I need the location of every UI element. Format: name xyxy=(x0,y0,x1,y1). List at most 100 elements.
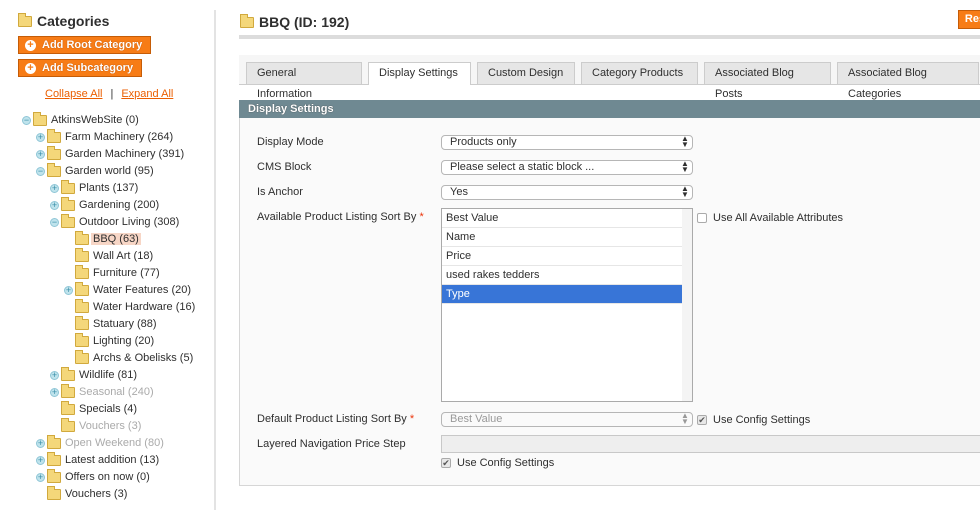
sort-option[interactable]: Type xyxy=(442,285,682,304)
tree-item[interactable]: + Water Features (20) xyxy=(64,281,193,299)
sort-option[interactable]: used rakes tedders xyxy=(442,266,682,285)
default-sort-use-config[interactable]: ✔ Use Config Settings xyxy=(697,414,810,426)
expand-icon[interactable]: + xyxy=(36,472,45,482)
use-all-attributes[interactable]: Use All Available Attributes xyxy=(697,212,843,224)
tree-item[interactable]: + Plants (137) xyxy=(50,179,140,197)
default-sort-select[interactable]: Best Value ▲ ▼ xyxy=(441,412,693,427)
tree-item[interactable]: + Open Weekend (80) xyxy=(36,434,166,452)
expand-icon[interactable]: + xyxy=(50,387,59,397)
tree-item[interactable]: +Statuary (88) xyxy=(64,315,159,333)
display-mode-value: Products only xyxy=(450,136,517,148)
collapse-icon[interactable]: − xyxy=(36,166,45,176)
sort-option[interactable]: Best Value xyxy=(442,209,682,228)
tree-item[interactable]: + Garden Machinery (391) xyxy=(36,145,186,163)
folder-icon xyxy=(75,315,89,330)
price-step-use-config-checkbox[interactable]: ✔ xyxy=(441,458,451,469)
tree-item[interactable]: + Farm Machinery (264) xyxy=(36,128,175,146)
is-anchor-select[interactable]: Yes ▲ ▼ xyxy=(441,185,693,200)
expand-icon[interactable]: + xyxy=(36,149,45,159)
tree-item[interactable]: +Water Hardware (16) xyxy=(64,298,197,316)
folder-icon xyxy=(75,247,89,262)
tree-item-label: Outdoor Living (308) xyxy=(79,216,180,228)
add-root-category-button[interactable]: + Add Root Category xyxy=(18,36,152,54)
folder-icon xyxy=(47,145,61,160)
price-step-label: Layered Navigation Price Step xyxy=(257,438,406,450)
add-subcategory-button[interactable]: + Add Subcategory xyxy=(18,59,143,77)
use-all-attributes-label: Use All Available Attributes xyxy=(713,212,844,225)
folder-icon xyxy=(47,468,61,483)
tree-item[interactable]: + Latest addition (13) xyxy=(36,451,161,469)
tree-item[interactable]: +Vouchers (3) xyxy=(50,417,143,435)
tree-item[interactable]: + Gardening (200) xyxy=(50,196,161,214)
sort-option[interactable]: Name xyxy=(442,228,682,247)
sort-option[interactable]: Price xyxy=(442,247,682,266)
tab-display-settings[interactable]: Display Settings xyxy=(368,62,471,85)
price-step-use-config[interactable]: ✔ Use Config Settings xyxy=(441,457,554,469)
required-marker: * xyxy=(419,211,424,223)
cms-block-select[interactable]: Please select a static block ... ▲ ▼ xyxy=(441,160,693,175)
tree-item[interactable]: + Offers on now (0) xyxy=(36,468,152,486)
expand-icon[interactable]: + xyxy=(50,183,59,193)
tree-item[interactable]: +Wall Art (18) xyxy=(64,247,155,265)
folder-icon xyxy=(75,281,89,296)
folder-icon xyxy=(61,417,75,432)
tab-general-information[interactable]: General Information xyxy=(246,62,362,100)
tree-item[interactable]: − Outdoor Living (308) xyxy=(50,213,181,231)
collapse-icon[interactable]: − xyxy=(50,217,59,227)
required-marker: * xyxy=(409,413,415,425)
expand-icon[interactable]: + xyxy=(50,370,59,380)
tree-item-label: Wildlife (81) xyxy=(79,369,138,381)
default-sort-label-text: Default Product Listing Sort By xyxy=(257,413,407,425)
folder-icon xyxy=(61,213,75,228)
tree-item[interactable]: + Seasonal (240) xyxy=(50,383,156,401)
reset-button[interactable]: Res xyxy=(958,10,980,29)
tree-item-label: Lighting (20) xyxy=(93,335,155,347)
add-sub-label: Add Subcategory xyxy=(42,62,134,74)
tree-item[interactable]: − AtkinsWebSite (0) xyxy=(22,111,141,129)
price-step-input[interactable] xyxy=(441,435,980,453)
tree-item-label: Farm Machinery (264) xyxy=(65,131,174,143)
tab-associated-blog-categories[interactable]: Associated Blog Categories xyxy=(837,62,979,100)
tree-item[interactable]: − Garden world (95) xyxy=(36,162,156,180)
tree-item[interactable]: +Lighting (20) xyxy=(64,332,156,350)
tree-item[interactable]: +Archs & Obelisks (5) xyxy=(64,349,195,367)
expand-all-link[interactable]: Expand All xyxy=(121,88,173,100)
tree-item-label: AtkinsWebSite (0) xyxy=(51,114,139,126)
expand-icon[interactable]: + xyxy=(50,200,59,210)
collapse-all-link[interactable]: Collapse All xyxy=(45,88,102,100)
default-sort-use-config-checkbox[interactable]: ✔ xyxy=(697,415,707,426)
default-sort-label: Default Product Listing Sort By * xyxy=(257,413,414,425)
display-mode-select[interactable]: Products only ▲ ▼ xyxy=(441,135,693,150)
sidebar-title: Categories xyxy=(18,13,109,29)
tree-item-label: BBQ (63) xyxy=(91,233,141,245)
tree-item[interactable]: +Vouchers (3) xyxy=(36,485,129,503)
folder-icon xyxy=(47,128,61,143)
listbox-scrollbar[interactable] xyxy=(682,209,692,401)
expand-icon[interactable]: + xyxy=(36,132,45,142)
folder-icon xyxy=(75,230,89,245)
tree-item-label: Garden Machinery (391) xyxy=(65,148,185,160)
tree-item-label: Wall Art (18) xyxy=(93,250,154,262)
tree-item[interactable]: +Specials (4) xyxy=(50,400,139,418)
collapse-icon[interactable]: − xyxy=(22,115,31,125)
available-sort-listbox[interactable]: Best Value Name Price used rakes tedders Typ… xyxy=(441,208,693,402)
tree-item[interactable]: + Wildlife (81) xyxy=(50,366,139,384)
expand-icon[interactable]: + xyxy=(36,438,45,448)
available-sort-label-text: Available Product Listing Sort By xyxy=(257,211,417,223)
tree-item[interactable]: +BBQ (63) xyxy=(64,230,141,248)
cms-block-value: Please select a static block ... xyxy=(450,161,595,173)
available-sort-label: Available Product Listing Sort By * xyxy=(257,211,424,223)
sidebar-divider xyxy=(214,10,216,510)
tree-controls: Collapse All | Expand All xyxy=(45,88,173,100)
expand-icon[interactable]: + xyxy=(64,285,73,295)
tab-category-products[interactable]: Category Products xyxy=(581,62,698,84)
expand-icon[interactable]: + xyxy=(36,455,45,465)
folder-icon xyxy=(61,400,75,415)
tree-item[interactable]: +Furniture (77) xyxy=(64,264,162,282)
folder-icon xyxy=(18,13,32,27)
price-step-use-config-label: Use Config Settings xyxy=(457,457,555,470)
folder-icon xyxy=(47,451,61,466)
use-all-attributes-checkbox[interactable] xyxy=(697,213,707,224)
tab-custom-design[interactable]: Custom Design xyxy=(477,62,575,84)
tab-associated-blog-posts[interactable]: Associated Blog Posts xyxy=(704,62,831,100)
